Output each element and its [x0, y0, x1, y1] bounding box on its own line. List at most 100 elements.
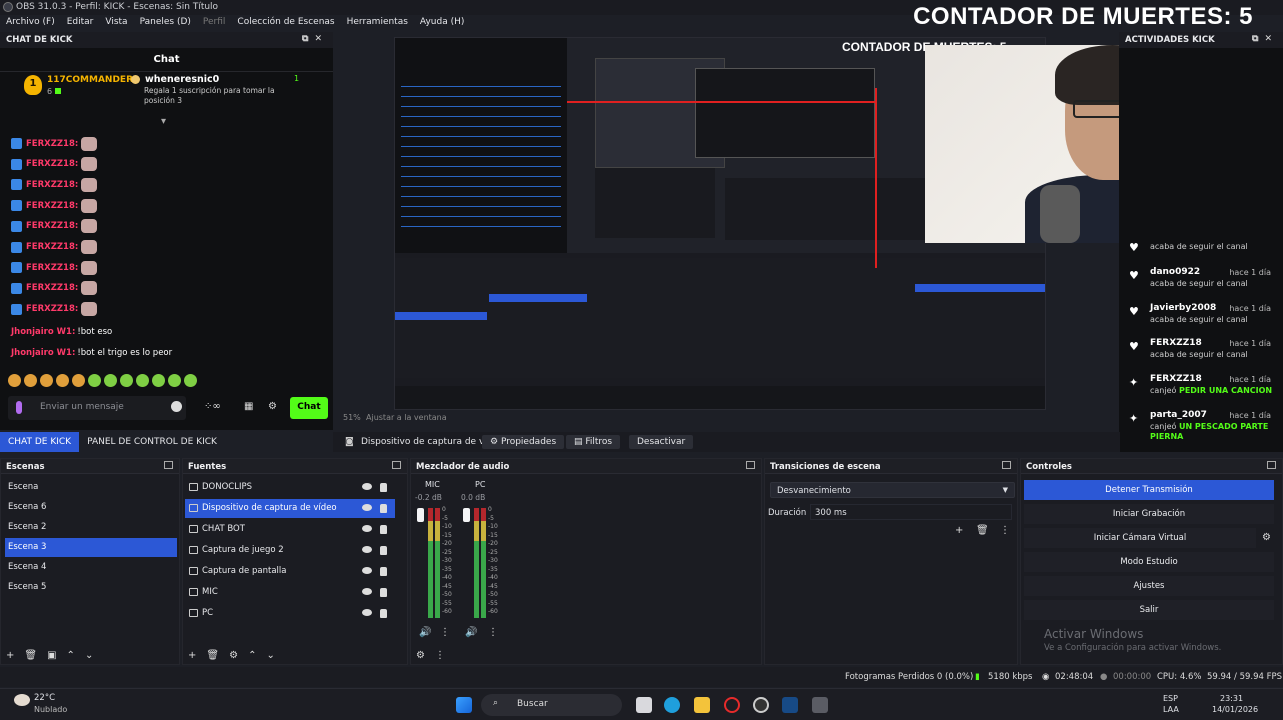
obs-icon[interactable]: [753, 697, 769, 713]
dock-window-controls[interactable]: ⧉✕: [1252, 34, 1278, 44]
source-item[interactable]: PC: [185, 604, 395, 623]
properties-button[interactable]: ⚙ Propiedades: [482, 435, 565, 449]
source-item[interactable]: MIC: [185, 583, 395, 602]
chat-username[interactable]: FERXZZ18:: [26, 304, 78, 314]
studio-mode-button[interactable]: Modo Estudio: [1024, 552, 1274, 572]
filters-button[interactable]: ▤ Filtros: [566, 435, 621, 449]
menu-editar[interactable]: Editar: [67, 17, 94, 31]
pinned-user[interactable]: wheneresnic0: [145, 74, 219, 85]
move-down-icon[interactable]: ⌄: [266, 650, 274, 661]
emote-icon[interactable]: [88, 374, 101, 387]
windows-start-icon[interactable]: [456, 697, 472, 713]
chat-username[interactable]: FERXZZ18:: [26, 201, 78, 211]
app-icon[interactable]: [812, 697, 828, 713]
chat-username[interactable]: Jhonjairo W1:: [11, 348, 75, 358]
speaker-icon[interactable]: 🔊: [419, 627, 431, 638]
lang-code[interactable]: ESP: [1163, 694, 1178, 703]
chat-username[interactable]: FERXZZ18:: [26, 221, 78, 231]
clock-time[interactable]: 23:31: [1220, 694, 1243, 703]
emote-icon[interactable]: [8, 374, 21, 387]
opera-icon[interactable]: [724, 697, 740, 713]
add-icon[interactable]: +: [6, 650, 14, 661]
emote-icon[interactable]: [56, 374, 69, 387]
deactivate-button[interactable]: Desactivar: [629, 435, 694, 449]
scene-item[interactable]: Escena 2: [5, 518, 177, 537]
file-explorer-icon[interactable]: [694, 697, 710, 713]
menu-vista[interactable]: Vista: [105, 17, 127, 31]
steam-icon[interactable]: [782, 697, 798, 713]
eye-icon[interactable]: [362, 567, 372, 574]
lock-icon[interactable]: [380, 525, 387, 534]
taskbar-search[interactable]: ⌕ Buscar: [481, 694, 622, 716]
undock-icon[interactable]: [1002, 461, 1011, 469]
menu-ayuda[interactable]: Ayuda (H): [420, 17, 464, 31]
eye-icon[interactable]: [362, 483, 372, 490]
scene-item[interactable]: Escena 4: [5, 558, 177, 577]
emote-icon[interactable]: [72, 374, 85, 387]
source-item[interactable]: CHAT BOT: [185, 520, 395, 539]
kebab-menu-icon[interactable]: ⋮: [488, 627, 498, 638]
eye-icon[interactable]: [362, 525, 372, 532]
eye-icon[interactable]: [362, 588, 372, 595]
chat-username[interactable]: Jhonjairo W1:: [11, 327, 75, 337]
volume-slider[interactable]: [417, 508, 424, 522]
tab-panel-kick[interactable]: PANEL DE CONTROL DE KICK: [79, 432, 225, 452]
gear-icon[interactable]: ⚙: [416, 650, 425, 661]
dock-window-controls[interactable]: ⧉✕: [302, 34, 328, 44]
start-recording-button[interactable]: Iniciar Grabación: [1024, 504, 1274, 524]
start-virtual-cam-button[interactable]: Iniciar Cámara Virtual: [1024, 528, 1256, 548]
menu-coleccion[interactable]: Colección de Escenas: [237, 17, 334, 31]
preview-zoom[interactable]: 51%: [343, 413, 361, 422]
chat-input[interactable]: Enviar un mensaje: [8, 396, 186, 420]
eye-icon[interactable]: [362, 609, 372, 616]
emote-icon[interactable]: [40, 374, 53, 387]
preview-fit-select[interactable]: Ajustar a la ventana: [366, 413, 447, 422]
scene-item[interactable]: Escena: [5, 478, 177, 497]
move-up-icon[interactable]: ⌃: [67, 650, 75, 661]
chat-send-button[interactable]: Chat: [290, 397, 328, 419]
lock-icon[interactable]: [380, 609, 387, 618]
gear-icon[interactable]: ⚙: [268, 401, 277, 412]
infinity-icon[interactable]: ⁘∞: [204, 401, 221, 412]
source-item[interactable]: DONOCLIPS: [185, 478, 395, 497]
volume-slider[interactable]: [463, 508, 470, 522]
gear-icon[interactable]: ⚙: [229, 650, 238, 661]
emote-icon[interactable]: [104, 374, 117, 387]
chat-username[interactable]: FERXZZ18:: [26, 242, 78, 252]
lock-icon[interactable]: [380, 588, 387, 597]
source-item[interactable]: Captura de pantalla: [185, 562, 395, 581]
weather-temp[interactable]: 22°C: [34, 693, 55, 703]
emote-icon[interactable]: [152, 374, 165, 387]
scene-item-selected[interactable]: Escena 3: [5, 538, 177, 557]
kebab-menu-icon[interactable]: ⋮: [440, 627, 450, 638]
settings-button[interactable]: Ajustes: [1024, 576, 1274, 596]
emote-icon[interactable]: [184, 374, 197, 387]
filter-icon[interactable]: ▣: [47, 650, 56, 661]
menu-herramientas[interactable]: Herramientas: [347, 17, 408, 31]
scene-item[interactable]: Escena 5: [5, 578, 177, 597]
emote-icon[interactable]: [24, 374, 37, 387]
eye-icon[interactable]: [362, 546, 372, 553]
add-icon[interactable]: +: [955, 525, 963, 536]
eye-icon[interactable]: [362, 504, 372, 511]
tab-chat-kick[interactable]: CHAT DE KICK: [0, 432, 80, 452]
source-item[interactable]: Captura de juego 2: [185, 541, 395, 560]
chat-username[interactable]: FERXZZ18:: [26, 180, 78, 190]
menu-perfil[interactable]: Perfil: [203, 17, 226, 31]
move-up-icon[interactable]: ⌃: [248, 650, 256, 661]
emoji-icon[interactable]: [171, 401, 182, 412]
lock-icon[interactable]: [380, 483, 387, 492]
menu-archivo[interactable]: Archivo (F): [6, 17, 55, 31]
undock-icon[interactable]: [164, 461, 173, 469]
move-down-icon[interactable]: ⌄: [85, 650, 93, 661]
lock-icon[interactable]: [380, 567, 387, 576]
task-view-icon[interactable]: [636, 697, 652, 713]
gear-icon[interactable]: ⚙: [1262, 532, 1271, 543]
exit-button[interactable]: Salir: [1024, 600, 1274, 620]
undock-icon[interactable]: [746, 461, 755, 469]
trash-icon[interactable]: 🗑: [976, 525, 989, 536]
emote-icon[interactable]: [120, 374, 133, 387]
chat-username[interactable]: FERXZZ18:: [26, 263, 78, 273]
kebab-menu-icon[interactable]: ⋮: [435, 650, 445, 661]
duration-input[interactable]: 300 ms: [810, 504, 1012, 520]
